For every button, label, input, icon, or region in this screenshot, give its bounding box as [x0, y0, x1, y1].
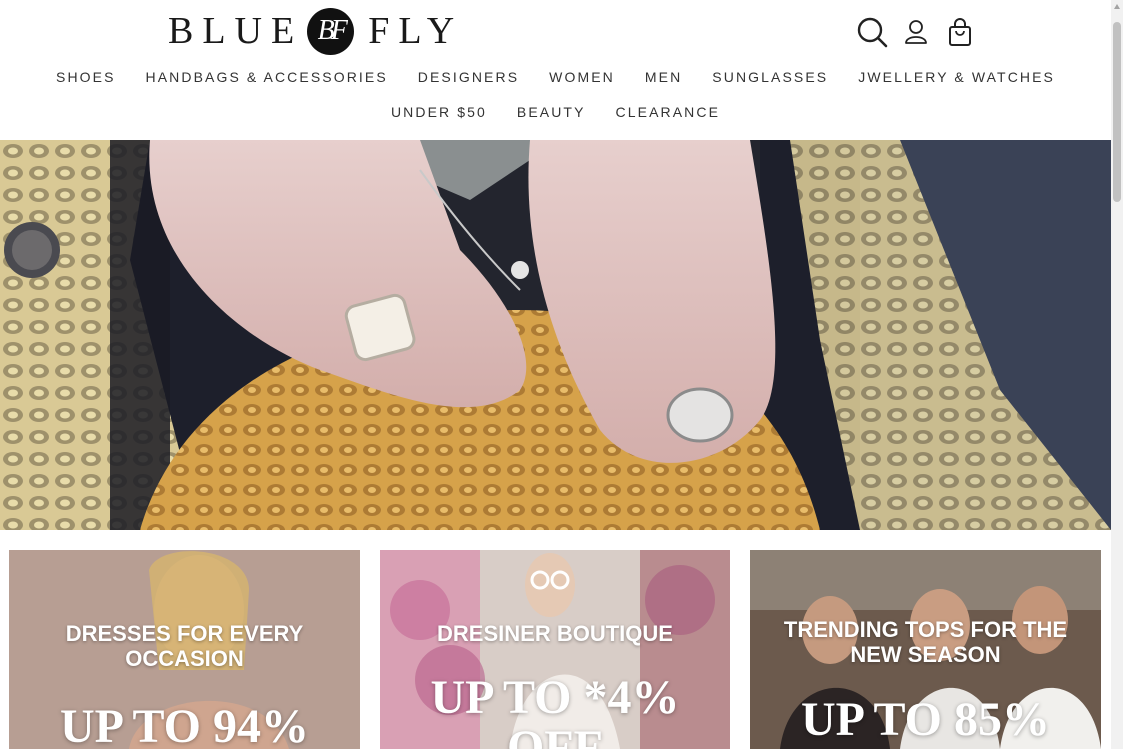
- promo-card-offer: UP TO 85%: [801, 693, 1050, 746]
- promo-card-designer-boutique[interactable]: DRESINER BOUTIQUE UP TO *4% OFF: [380, 550, 730, 749]
- nav-men[interactable]: MEN: [630, 69, 697, 85]
- promo-title-line2: NEW SEASON: [850, 642, 1001, 667]
- promo-offer-line2: OFF: [507, 721, 603, 749]
- promo-card-title: DRESSES FOR EVERY OCCASION: [9, 621, 360, 671]
- account-icon[interactable]: [900, 16, 932, 48]
- brand-logo[interactable]: BLUE BF FLY: [168, 6, 463, 56]
- promo-card-offer: UP TO *4% OFF: [380, 673, 730, 749]
- page: BLUE BF FLY SHOES HANDBAGS & ACCESSORIES…: [0, 0, 1111, 749]
- promo-title-line1: TRENDING TOPS FOR THE: [783, 617, 1068, 642]
- nav-jewellery-watches[interactable]: JWELLERY & WATCHES: [843, 69, 1070, 85]
- nav-women[interactable]: WOMEN: [534, 69, 630, 85]
- vertical-scrollbar[interactable]: [1111, 0, 1123, 749]
- promo-title-line1: DRESINER BOUTIQUE: [437, 621, 673, 646]
- promo-card-dresses[interactable]: DRESSES FOR EVERY OCCASION UP TO 94%: [9, 550, 360, 749]
- promo-card-offer: UP TO 94%: [60, 700, 309, 749]
- scroll-up-arrow-icon[interactable]: [1114, 4, 1120, 9]
- scrollbar-thumb[interactable]: [1113, 22, 1121, 202]
- promo-title-line1: DRESSES FOR EVERY: [65, 621, 304, 646]
- brand-logo-mark: BF: [307, 7, 355, 55]
- promo-card-trending-tops[interactable]: TRENDING TOPS FOR THE NEW SEASON UP TO 8…: [750, 550, 1101, 749]
- nav-beauty[interactable]: BEAUTY: [502, 104, 601, 120]
- nav-shoes[interactable]: SHOES: [41, 69, 131, 85]
- search-icon[interactable]: [856, 16, 888, 48]
- nav-designers[interactable]: DESIGNERS: [403, 69, 534, 85]
- promo-card-title: TRENDING TOPS FOR THE NEW SEASON: [750, 617, 1101, 667]
- main-nav-row-2: UNDER $50 BEAUTY CLEARANCE: [0, 104, 1111, 120]
- shopping-bag-icon[interactable]: [944, 16, 976, 48]
- nav-under-50[interactable]: UNDER $50: [376, 104, 502, 120]
- nav-handbags-accessories[interactable]: HANDBAGS & ACCESSORIES: [131, 69, 403, 85]
- promo-card-title: DRESINER BOUTIQUE: [380, 621, 730, 646]
- nav-clearance[interactable]: CLEARANCE: [601, 104, 735, 120]
- promo-title-line2: OCCASION: [125, 646, 244, 671]
- brand-logo-right: FLY: [368, 10, 464, 52]
- brand-logo-left: BLUE: [168, 10, 304, 52]
- nav-sunglasses[interactable]: SUNGLASSES: [697, 69, 843, 85]
- main-nav-row-1: SHOES HANDBAGS & ACCESSORIES DESIGNERS W…: [0, 69, 1111, 85]
- hero-banner[interactable]: [0, 140, 1111, 530]
- promo-offer-line1: UP TO *4%: [430, 671, 680, 724]
